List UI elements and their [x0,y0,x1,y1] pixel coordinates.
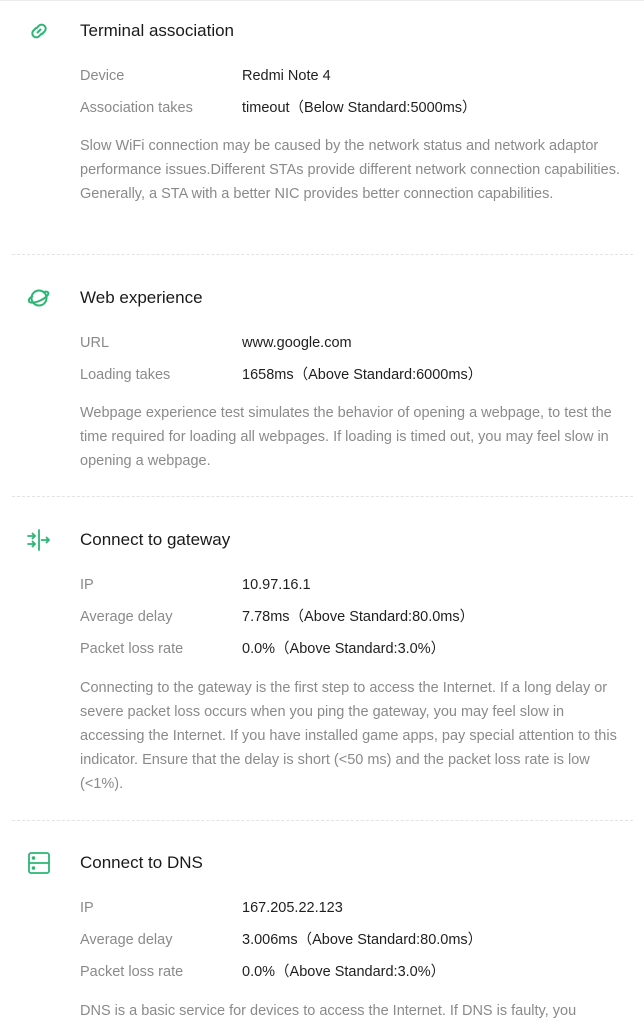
planet-icon [25,284,53,312]
gateway-icon [25,526,53,554]
section-title: Terminal association [80,21,235,40]
section-divider [12,820,633,821]
section-title: Connect to gateway [80,530,231,549]
ip-value: 10.97.16.1 [242,577,311,593]
link-icon [25,17,53,45]
association-takes-label: Association takes [80,100,193,116]
average-delay-label: Average delay [80,609,173,625]
device-value: Redmi Note 4 [242,68,331,84]
ip-label: IP [80,577,94,593]
section-title: Web experience [80,288,203,307]
section-description: Webpage experience test simulates the be… [80,405,612,469]
association-takes-value: timeout（Below Standard:5000ms） [242,100,477,116]
packet-loss-label: Packet loss rate [80,964,184,980]
section-divider [12,254,633,255]
url-value: www.google.com [242,335,352,351]
section-description: DNS is a basic service for devices to ac… [80,1003,577,1019]
loading-takes-label: Loading takes [80,367,171,383]
ip-label: IP [80,900,94,916]
loading-takes-value: 1658ms（Above Standard:6000ms） [242,367,483,383]
device-label: Device [80,68,125,84]
ip-value: 167.205.22.123 [242,900,343,916]
section-title: Connect to DNS [80,853,203,872]
packet-loss-value: 0.0%（Above Standard:3.0%） [242,641,446,657]
section-description: Connecting to the gateway is the first s… [80,680,617,792]
dns-server-icon [25,849,53,877]
url-label: URL [80,335,110,351]
top-divider [0,0,644,1]
average-delay-value: 3.006ms（Above Standard:80.0ms） [242,932,483,948]
average-delay-value: 7.78ms（Above Standard:80.0ms） [242,609,475,625]
packet-loss-value: 0.0%（Above Standard:3.0%） [242,964,446,980]
section-divider [12,496,633,497]
average-delay-label: Average delay [80,932,173,948]
section-description: Slow WiFi connection may be caused by th… [80,138,620,202]
packet-loss-label: Packet loss rate [80,641,184,657]
